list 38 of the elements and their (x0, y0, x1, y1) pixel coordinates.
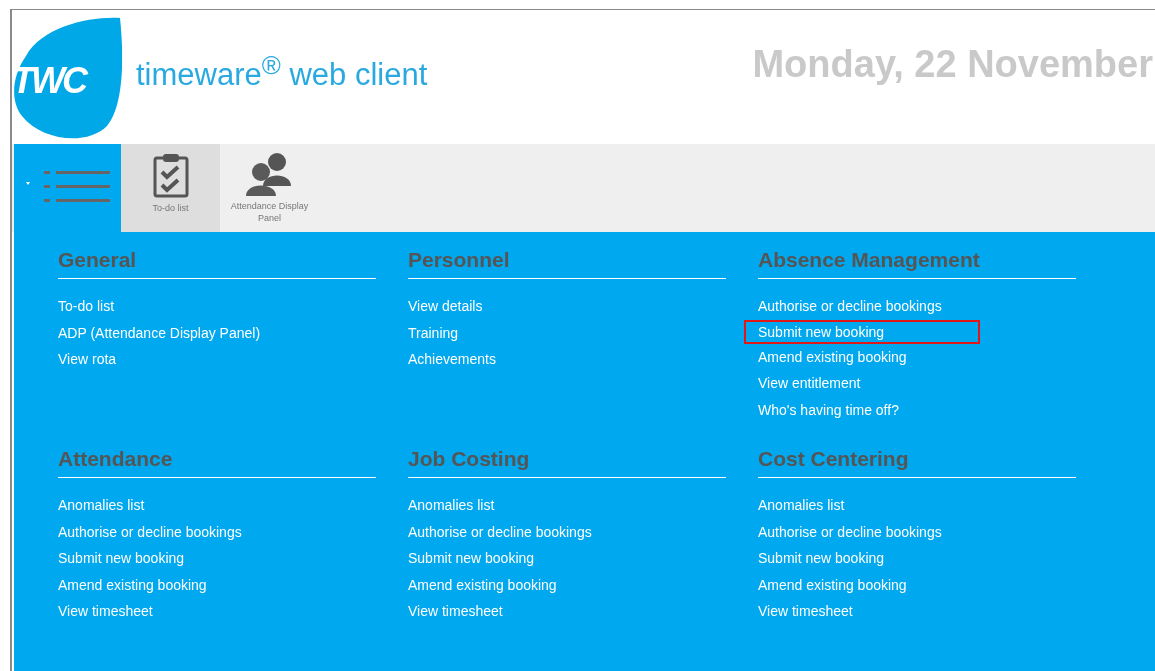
menu-link[interactable]: Authorise or decline bookings (756, 293, 944, 320)
menu-link[interactable]: Submit new booking (756, 545, 887, 572)
section-heading: Attendance (58, 447, 376, 478)
menu-link[interactable]: Amend existing booking (756, 343, 909, 370)
toolbar-tab[interactable]: To-do list (121, 144, 220, 232)
menu-link[interactable]: View rota (56, 346, 119, 373)
menu-link[interactable]: View details (406, 293, 485, 320)
menu-link[interactable]: Anomalies list (56, 492, 147, 519)
menu-link[interactable]: View timesheet (406, 598, 505, 625)
menu-link[interactable]: Amend existing booking (756, 571, 909, 598)
menu-link[interactable]: Amend existing booking (406, 571, 559, 598)
menu-link[interactable]: Who's having time off? (756, 396, 901, 423)
menu-link[interactable]: Achievements (406, 346, 498, 373)
menu-link[interactable]: Anomalies list (756, 492, 847, 519)
menu-link[interactable]: Submit new booking (744, 319, 981, 344)
people-icon (245, 152, 294, 196)
menu-link[interactable]: Amend existing booking (56, 571, 209, 598)
menu-link[interactable]: Authorise or decline bookings (756, 518, 944, 545)
menu-link[interactable]: View timesheet (756, 598, 855, 625)
menu-link[interactable]: Training (406, 319, 461, 346)
menu-link[interactable]: To-do list (56, 293, 117, 320)
menu-link[interactable]: Submit new booking (56, 545, 187, 572)
menu-link[interactable]: Authorise or decline bookings (406, 518, 594, 545)
menu-link[interactable]: ADP (Attendance Display Panel) (56, 319, 263, 346)
menu-link[interactable]: Authorise or decline bookings (56, 518, 244, 545)
logo-text: TWC (12, 60, 85, 102)
menu-link[interactable]: View timesheet (56, 598, 155, 625)
section-heading: General (58, 248, 376, 279)
clipboard-check-icon (152, 152, 189, 198)
menu-link[interactable]: Anomalies list (406, 492, 497, 519)
app-name: timeware$^{®}$ web client (136, 50, 428, 94)
menu-link[interactable]: Submit new booking (406, 545, 537, 572)
section-heading: Personnel (408, 248, 726, 279)
menu-link[interactable]: View entitlement (756, 370, 863, 397)
menu-button[interactable] (14, 144, 121, 232)
section-heading: Absence Management (758, 248, 1076, 279)
section-heading: Cost Centering (758, 447, 1076, 478)
section-heading: Job Costing (408, 447, 726, 478)
